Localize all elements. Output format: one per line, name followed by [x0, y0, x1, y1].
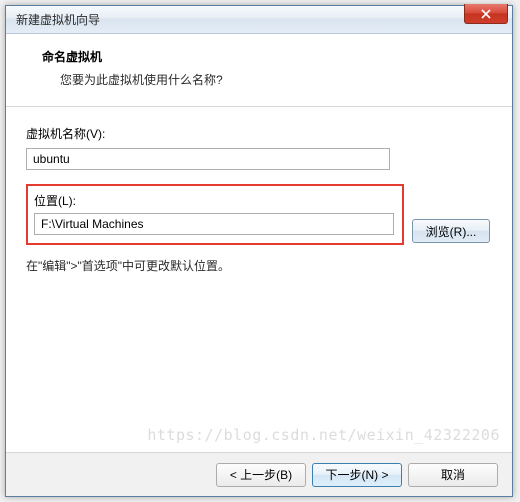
- watermark-text: https://blog.csdn.net/weixin_42322206: [147, 426, 500, 444]
- vm-name-input[interactable]: [26, 148, 390, 170]
- vm-name-field: 虚拟机名称(V):: [26, 125, 492, 170]
- titlebar: 新建虚拟机向导: [6, 6, 512, 34]
- back-button[interactable]: < 上一步(B): [216, 463, 306, 487]
- close-button[interactable]: [464, 4, 508, 24]
- location-highlight-box: 位置(L):: [26, 184, 404, 245]
- wizard-footer: < 上一步(B) 下一步(N) > 取消: [6, 452, 512, 496]
- wizard-header: 命名虚拟机 您要为此虚拟机使用什么名称?: [6, 34, 512, 107]
- location-label: 位置(L):: [34, 192, 396, 209]
- wizard-window: 新建虚拟机向导 命名虚拟机 您要为此虚拟机使用什么名称? 虚拟机名称(V): 位…: [5, 5, 513, 497]
- cancel-button[interactable]: 取消: [408, 463, 498, 487]
- header-title: 命名虚拟机: [42, 48, 488, 65]
- header-subtitle: 您要为此虚拟机使用什么名称?: [60, 71, 488, 88]
- vm-name-label: 虚拟机名称(V):: [26, 125, 492, 142]
- browse-button[interactable]: 浏览(R)...: [412, 219, 490, 243]
- location-input[interactable]: [34, 213, 394, 235]
- close-icon: [481, 9, 491, 19]
- window-title: 新建虚拟机向导: [16, 11, 100, 28]
- location-row: 位置(L): 浏览(R)...: [26, 184, 492, 251]
- wizard-content: 虚拟机名称(V): 位置(L): 浏览(R)... 在"编辑">"首选项"中可更…: [6, 107, 512, 292]
- next-button[interactable]: 下一步(N) >: [312, 463, 402, 487]
- hint-text: 在"编辑">"首选项"中可更改默认位置。: [26, 257, 492, 274]
